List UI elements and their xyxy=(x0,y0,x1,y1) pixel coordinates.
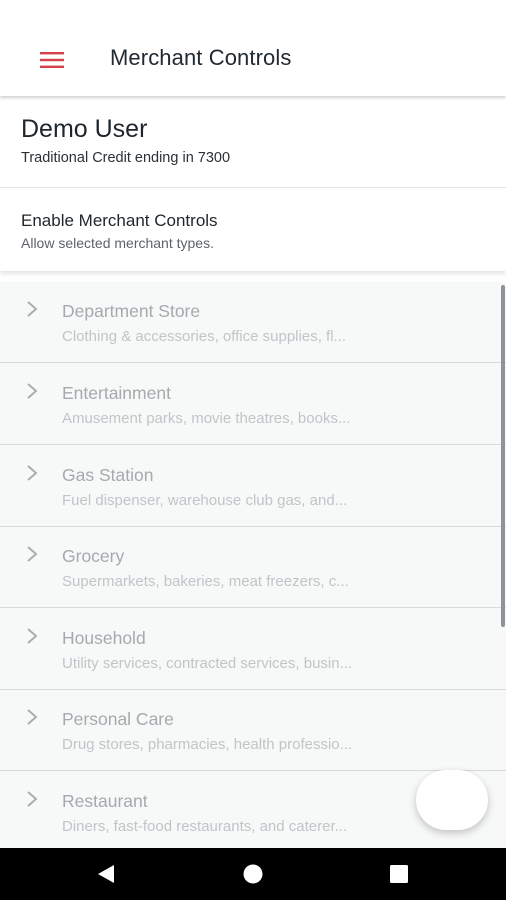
merchant-controls-screen: Merchant Controls Demo User Traditional … xyxy=(0,0,506,900)
card-description: Traditional Credit ending in 7300 xyxy=(21,150,231,166)
chevron-right-icon xyxy=(27,301,38,317)
merchant-category-list: Department Store Clothing & accessories,… xyxy=(0,282,506,848)
account-header: Demo User Traditional Credit ending in 7… xyxy=(0,98,506,188)
system-navigation-bar xyxy=(0,848,506,900)
list-item[interactable]: Entertainment Amusement parks, movie the… xyxy=(0,364,506,445)
home-circle-icon[interactable] xyxy=(241,862,265,886)
chevron-right-icon xyxy=(27,383,38,399)
hamburger-menu-icon xyxy=(40,52,64,68)
floating-action-button[interactable] xyxy=(416,770,488,830)
category-description: Supermarkets, bakeries, meat freezers, c… xyxy=(62,573,349,590)
category-title: Gas Station xyxy=(62,465,154,485)
recents-square-icon[interactable] xyxy=(387,862,411,886)
list-item[interactable]: Grocery Supermarkets, bakeries, meat fre… xyxy=(0,527,506,608)
account-holder-name: Demo User xyxy=(21,115,148,143)
category-title: Personal Care xyxy=(62,709,174,729)
category-description: Clothing & accessories, office supplies,… xyxy=(62,328,347,345)
chevron-right-icon xyxy=(27,546,38,562)
list-item[interactable]: Household Utility services, contracted s… xyxy=(0,609,506,690)
category-title: Entertainment xyxy=(62,383,171,403)
list-scrollbar[interactable] xyxy=(501,285,505,627)
list-item[interactable]: Department Store Clothing & accessories,… xyxy=(0,282,506,363)
list-item[interactable]: Gas Station Fuel dispenser, warehouse cl… xyxy=(0,446,506,527)
menu-button[interactable] xyxy=(30,42,74,78)
enable-merchant-controls-row: Enable Merchant Controls Allow selected … xyxy=(0,189,506,271)
chevron-right-icon xyxy=(27,709,38,725)
page-title: Merchant Controls xyxy=(110,45,292,70)
category-title: Household xyxy=(62,628,146,648)
chevron-right-icon xyxy=(27,791,38,807)
category-description: Utility services, contracted services, b… xyxy=(62,655,353,672)
category-description: Fuel dispenser, warehouse club gas, and.… xyxy=(62,492,348,509)
category-title: Department Store xyxy=(62,301,201,321)
category-description: Diners, fast-food restaurants, and cater… xyxy=(62,818,348,835)
list-item[interactable]: Personal Care Drug stores, pharmacies, h… xyxy=(0,690,506,771)
category-description: Amusement parks, movie theatres, books..… xyxy=(62,410,351,427)
category-description: Drug stores, pharmacies, health professi… xyxy=(62,736,353,753)
enable-controls-subtitle: Allow selected merchant types. xyxy=(21,235,214,251)
chevron-right-icon xyxy=(27,628,38,644)
back-triangle-icon[interactable] xyxy=(94,862,118,886)
category-title: Grocery xyxy=(62,546,125,566)
enable-controls-title: Enable Merchant Controls xyxy=(21,211,218,230)
chevron-right-icon xyxy=(27,465,38,481)
category-title: Restaurant xyxy=(62,791,148,811)
app-bar: Merchant Controls xyxy=(0,0,506,96)
